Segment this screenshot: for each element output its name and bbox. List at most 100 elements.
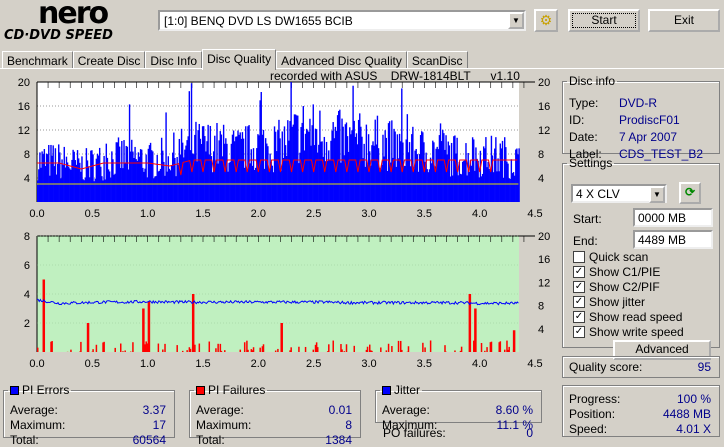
end-input[interactable]: 4489 MB <box>633 230 713 249</box>
checkbox-quick-scan[interactable]: Quick scan <box>573 250 648 264</box>
y-right-tick-label: 20 <box>538 231 550 243</box>
x-tick-label: 3.0 <box>361 208 376 220</box>
y-right-tick-label: 8 <box>538 149 544 161</box>
pi-failure-bar <box>114 348 116 352</box>
tab-advanced-disc-quality[interactable]: Advanced Disc Quality <box>276 51 407 69</box>
x-tick-label: 3.5 <box>417 208 432 220</box>
pi-errors-swatch <box>10 386 19 395</box>
chevron-down-icon[interactable]: ▼ <box>649 186 665 203</box>
tab-benchmark[interactable]: Benchmark <box>2 51 73 69</box>
refresh-drive-icon[interactable]: ⚙ <box>534 9 558 32</box>
drive-value: [1:0] BENQ DVD LS DW1655 BCIB <box>164 14 353 28</box>
tab-scandisc[interactable]: ScanDisc <box>407 51 468 69</box>
checkbox-label: Show C1/PIE <box>589 265 660 279</box>
pi-failures-label: Average: <box>196 403 244 417</box>
checkbox-box[interactable]: ✓ <box>573 326 585 338</box>
drive-select[interactable]: [1:0] BENQ DVD LS DW1655 BCIB ▼ <box>158 10 526 31</box>
pi-failure-bar <box>486 347 488 352</box>
x-tick-label: 1.5 <box>195 358 210 370</box>
pi-failure-bar <box>244 342 246 352</box>
pi-failure-bar <box>371 351 373 352</box>
disc-info-value: 7 Apr 2007 <box>619 130 711 144</box>
pi-error-bar <box>518 148 519 202</box>
pi-failure-bar <box>224 350 226 352</box>
x-tick-label: 3.0 <box>361 358 376 370</box>
checkbox-box[interactable] <box>573 251 585 263</box>
x-tick-label: 0.0 <box>29 208 44 220</box>
x-tick-label: 4.5 <box>527 208 542 220</box>
speed-value: 4 X CLV <box>576 187 620 201</box>
pi-failure-bar <box>391 346 393 352</box>
chevron-down-icon[interactable]: ▼ <box>508 12 524 29</box>
disc-info-value: ProdiscF01 <box>619 113 711 127</box>
pi-failure-bar <box>430 340 432 352</box>
disc-info-row: Type:DVD-R <box>569 96 711 110</box>
tab-disc-info[interactable]: Disc Info <box>145 51 202 69</box>
exit-button[interactable]: Exit <box>648 9 720 32</box>
progress-label: Position: <box>569 407 615 421</box>
pi-failures-value: 1384 <box>325 433 352 447</box>
disc-info-row: ID: ProdiscF01 <box>569 113 711 127</box>
x-tick-label: 2.0 <box>251 358 266 370</box>
y-right-tick-label: 4 <box>538 173 544 185</box>
progress-row: Speed:4.01 X <box>569 422 711 436</box>
end-label: End: <box>573 234 598 248</box>
pi-failure-bar <box>275 351 277 352</box>
checkbox-box[interactable]: ✓ <box>573 281 585 293</box>
start-input[interactable]: 0000 MB <box>633 208 713 227</box>
checkbox-box[interactable]: ✓ <box>573 311 585 323</box>
checkbox-show-jitter[interactable]: ✓ Show jitter <box>573 295 645 309</box>
disc-info-title: Disc info <box>567 74 617 88</box>
checkbox-label: Show jitter <box>589 295 645 309</box>
disc-info-label: ID: <box>569 113 584 127</box>
checkbox-box[interactable]: ✓ <box>573 296 585 308</box>
pi-errors-label: Average: <box>10 403 58 417</box>
disc-info-label: Type: <box>569 96 598 110</box>
pi-failure-bar <box>92 349 94 352</box>
pi-failure-bar <box>317 347 319 352</box>
pi-failure-bar <box>328 344 330 352</box>
pi-failure-bar <box>259 348 261 352</box>
pi-failure-spike <box>474 309 477 353</box>
pi-failure-bar <box>51 341 53 352</box>
pi-failures-row: Total:1384 <box>196 433 352 447</box>
pi-failure-bar <box>386 350 388 352</box>
progress-value: 4488 MB <box>663 407 711 421</box>
checkbox-box[interactable]: ✓ <box>573 266 585 278</box>
pi-failure-bar <box>103 342 105 352</box>
pi-failure-bar <box>461 347 463 352</box>
x-tick-label: 3.5 <box>417 358 432 370</box>
pi-failure-bar <box>313 350 315 352</box>
pi-failure-bar <box>380 347 382 352</box>
x-tick-label: 2.0 <box>251 208 266 220</box>
pi-failure-bar <box>190 349 192 352</box>
pi-failure-bar <box>454 350 456 352</box>
pi-failure-bar <box>344 351 346 352</box>
progress-label: Progress: <box>569 392 620 406</box>
start-button[interactable]: Start <box>568 9 640 32</box>
progress-label: Speed: <box>569 422 607 436</box>
pi-failure-bar <box>186 350 188 352</box>
pi-failure-bar <box>158 344 160 352</box>
checkbox-show-write-speed[interactable]: ✓Show write speed <box>573 325 684 339</box>
pi-failures-row: Average:0.01 <box>196 403 352 417</box>
pi-failure-spike <box>142 309 145 353</box>
checkbox-show-c2-pif[interactable]: ✓Show C2/PIF <box>573 280 660 294</box>
tab-create-disc[interactable]: Create Disc <box>73 51 146 69</box>
x-tick-label: 0.5 <box>85 358 100 370</box>
pi-failure-bar <box>220 344 222 352</box>
tab-disc-quality[interactable]: Disc Quality <box>202 49 276 70</box>
pi-failure-bar <box>305 347 307 352</box>
pi-failure-bar <box>70 350 72 352</box>
y-right-tick-label: 12 <box>538 277 550 289</box>
pi-errors-label: Total: <box>10 433 39 447</box>
jitter-label: Average: <box>382 403 430 417</box>
pi-failure-bar <box>176 345 178 352</box>
speed-select[interactable]: 4 X CLV ▼ <box>571 184 667 203</box>
refresh-speed-icon[interactable]: ⟳ <box>679 182 701 204</box>
checkbox-show-c1-pie[interactable]: ✓ Show C1/PIE <box>573 265 660 279</box>
jitter-swatch <box>382 386 391 395</box>
pi-errors-title: PI Errors <box>22 383 69 397</box>
jitter-title: Jitter <box>394 383 420 397</box>
checkbox-show-read-speed[interactable]: ✓Show read speed <box>573 310 682 324</box>
